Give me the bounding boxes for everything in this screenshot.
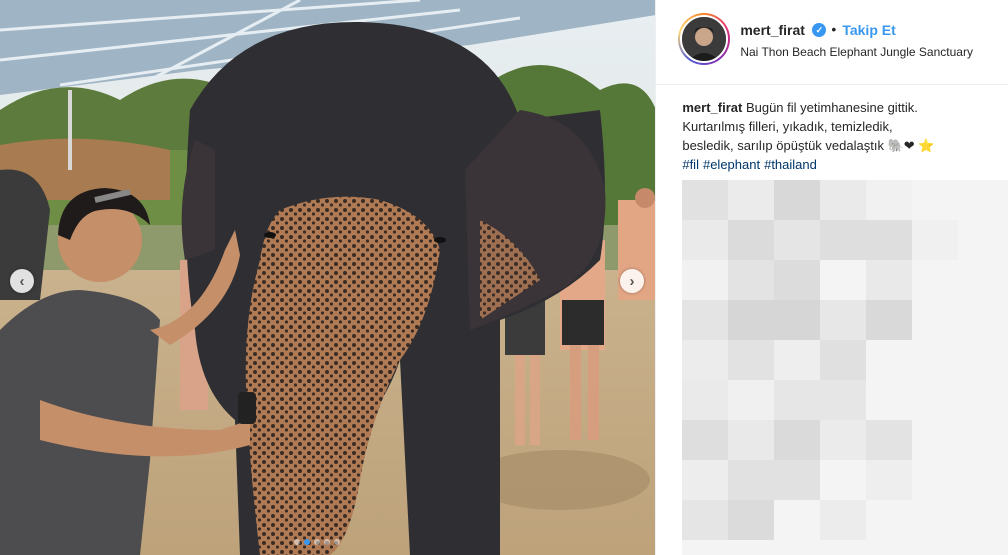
post-caption: mert_firat Bugün fil yetimhanesine gitti… [682,98,1000,174]
verified-badge-icon: ✓ [812,23,827,37]
separator-dot: • [831,21,837,37]
carousel-dot [334,539,340,545]
caption-hashtags: #fil #elephant #thailand [682,157,821,172]
caption-line: besledik, sarılıp öpüştük vedalaştık 🐘❤ … [682,138,935,153]
carousel-indicator [294,539,340,545]
carousel-dot-active [304,539,310,545]
post-media[interactable]: ‹ › [0,0,656,555]
pixelated-comments-area [682,180,1008,555]
carousel-next-button[interactable]: › [620,269,644,293]
avatar-story-ring[interactable] [678,13,731,65]
hashtag-link[interactable]: #fil [682,157,699,172]
carousel-prev-button[interactable]: ‹ [10,269,34,293]
hashtag-link[interactable]: #elephant [703,157,760,172]
post-side-panel: mert_firat ✓ • Takip Et Nai Thon Beach E… [655,0,1008,555]
hashtag-link[interactable]: #thailand [764,157,817,172]
caption-username[interactable]: mert_firat [682,100,742,115]
post-username[interactable]: mert_firat [740,22,805,38]
avatar[interactable] [680,15,729,63]
caption-line: Kurtarılmış filleri, yıkadık, temizledik… [682,119,893,134]
post-location[interactable]: Nai Thon Beach Elephant Jungle Sanctuary [740,45,973,59]
caption-line: Bugün fil yetimhanesine gittik. [745,100,918,115]
carousel-dot [294,539,300,545]
post-photo [0,0,656,555]
carousel-dot [314,539,320,545]
post-header: mert_firat ✓ • Takip Et Nai Thon Beach E… [656,0,1008,85]
follow-button[interactable]: Takip Et [842,22,895,38]
avatar-image [682,17,727,61]
instagram-post: ‹ › mert_firat ✓ • Takip Et Nai Thon Bea… [0,0,1008,555]
carousel-dot [324,539,330,545]
